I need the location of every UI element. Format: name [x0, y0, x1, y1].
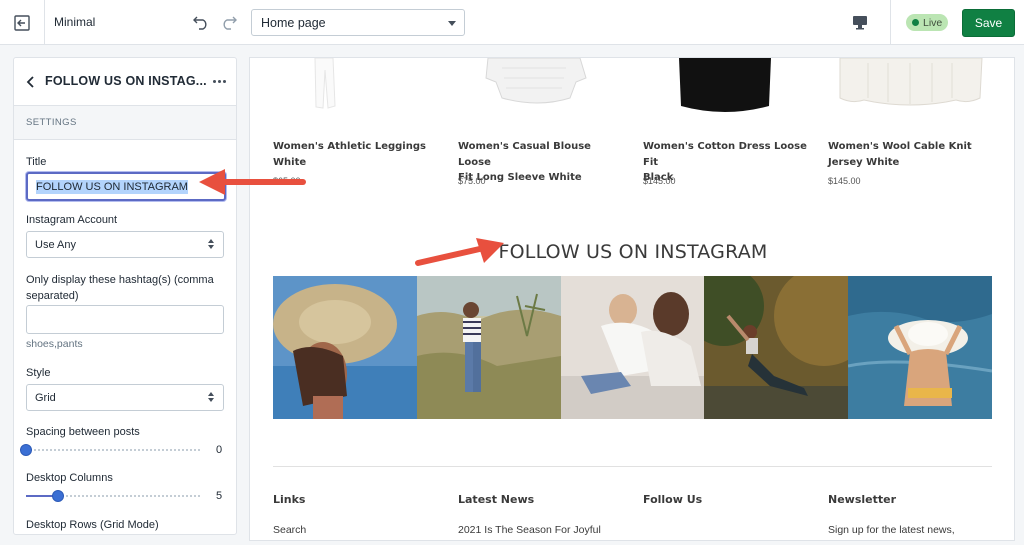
save-button[interactable]: Save: [962, 9, 1015, 37]
slider-handle[interactable]: [20, 444, 32, 456]
more-options-button[interactable]: [212, 74, 226, 88]
desert-hiker-photo: [416, 276, 561, 419]
exit-button[interactable]: [0, 0, 45, 45]
footer-heading: Links: [273, 493, 306, 506]
product-name: White: [273, 156, 307, 168]
undo-icon: [193, 16, 207, 30]
instagram-account-value: Use Any: [35, 238, 76, 251]
product-name: Jersey White: [828, 156, 900, 168]
beach-hat-photo: [848, 276, 992, 419]
style-label: Style: [26, 367, 51, 379]
desktop-columns-value: 5: [216, 490, 223, 502]
back-button[interactable]: [24, 75, 38, 89]
desktop-rows-label: Desktop Rows (Grid Mode): [26, 519, 159, 531]
caret-down-icon: [448, 21, 456, 26]
live-label: Live: [923, 16, 943, 29]
desktop-columns-label: Desktop Columns: [26, 472, 113, 484]
spacing-slider[interactable]: [20, 443, 202, 457]
sweater-image: [839, 58, 983, 106]
slider-handle[interactable]: [52, 490, 64, 502]
hashtag-label-line-2: separated): [26, 290, 79, 302]
spacing-value: 0: [216, 444, 223, 456]
theme-preview: Women's Athletic Leggings White $65.00 W…: [249, 57, 1015, 541]
redo-button[interactable]: [218, 10, 240, 34]
style-value: Grid: [35, 391, 56, 404]
straw-hat-photo: [273, 276, 417, 419]
footer-column-newsletter: Newsletter Sign up for the latest news,: [828, 493, 998, 536]
topbar-divider: [890, 0, 891, 45]
dot-icon: [212, 79, 216, 83]
title-input[interactable]: FOLLOW US ON INSTAGRAM: [26, 172, 226, 201]
instagram-post[interactable]: [416, 276, 561, 419]
hashtag-input[interactable]: [26, 305, 224, 334]
redo-icon: [223, 16, 237, 30]
settings-heading: SETTINGS: [14, 106, 236, 140]
spacing-label: Spacing between posts: [26, 426, 140, 438]
hashtag-label-line-1: Only display these hashtag(s) (comma: [26, 274, 214, 286]
chevron-left-icon: [26, 76, 34, 88]
desktop-view-button[interactable]: [849, 12, 871, 32]
instagram-account-label: Instagram Account: [26, 214, 118, 226]
instagram-section-title: FOLLOW US ON INSTAGRAM: [498, 241, 768, 263]
style-select[interactable]: Grid: [26, 384, 224, 411]
editor-topbar: Minimal Home page Live Save: [0, 0, 1024, 45]
product-price: $145.00: [643, 176, 676, 186]
desktop-icon: [853, 15, 867, 29]
instagram-account-select[interactable]: Use Any: [26, 231, 224, 258]
product-name: Women's Athletic Leggings: [273, 141, 426, 152]
instagram-post[interactable]: [848, 276, 992, 419]
instagram-post[interactable]: [560, 276, 705, 419]
dot-icon: [217, 79, 221, 83]
instagram-post[interactable]: [273, 276, 417, 419]
live-status-badge: Live: [906, 14, 949, 31]
select-arrows-icon: [208, 239, 214, 249]
footer-link[interactable]: 2021 Is The Season For Joyful: [458, 524, 601, 536]
product-price: $145.00: [828, 176, 861, 186]
select-arrows-icon: [208, 392, 214, 402]
footer-divider: [273, 466, 992, 467]
theme-name: Minimal: [54, 15, 96, 29]
footer-column-latest-news: Latest News 2021 Is The Season For Joyfu…: [458, 493, 628, 536]
page-select-value: Home page: [261, 15, 326, 30]
product-price: $75.00: [458, 176, 486, 186]
footer-heading: Newsletter: [828, 493, 897, 506]
exit-icon: [14, 14, 30, 31]
undo-button[interactable]: [190, 10, 212, 34]
instagram-post[interactable]: [704, 276, 849, 419]
title-input-value: FOLLOW US ON INSTAGRAM: [36, 179, 188, 194]
footer-column-follow-us: Follow Us: [643, 493, 813, 506]
dot-icon: [222, 79, 226, 83]
sidebar-header: FOLLOW US ON INSTAG...: [14, 58, 236, 106]
hashtag-help-text: shoes,pants: [26, 338, 83, 350]
mother-daughter-photo: [560, 276, 705, 419]
instagram-grid: [273, 276, 992, 419]
desktop-columns-slider[interactable]: [26, 489, 202, 503]
title-label: Title: [26, 156, 47, 168]
product-price: $65.00: [273, 176, 301, 186]
footer-column-links: Links Search: [273, 493, 443, 536]
slider-track: [26, 449, 202, 451]
leggings-image: [314, 58, 336, 109]
footer-heading: Follow Us: [643, 493, 703, 506]
footer-link[interactable]: Search: [273, 524, 306, 536]
product-name: Women's Cotton Dress Loose Fit: [643, 141, 807, 168]
page-select[interactable]: Home page: [251, 9, 465, 36]
live-dot-icon: [912, 19, 919, 26]
blouse-image: [485, 58, 587, 104]
footer-heading: Latest News: [458, 493, 535, 506]
section-title: FOLLOW US ON INSTAG...: [45, 74, 207, 88]
yoga-photo: [704, 276, 849, 419]
section-settings-sidebar: FOLLOW US ON INSTAG... SETTINGS Title FO…: [13, 57, 237, 535]
product-name: Women's Casual Blouse Loose: [458, 141, 591, 168]
product-name: Women's Wool Cable Knit: [828, 141, 972, 152]
dress-image: [679, 58, 771, 112]
newsletter-text: Sign up for the latest news,: [828, 524, 955, 536]
